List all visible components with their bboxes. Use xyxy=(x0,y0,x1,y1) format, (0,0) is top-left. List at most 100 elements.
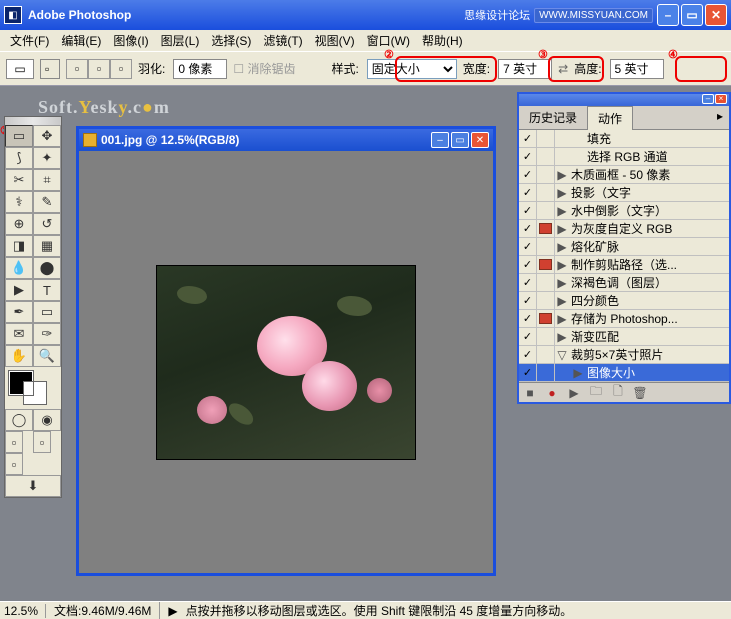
marquee-mode-intersect[interactable]: ▫ xyxy=(110,59,132,79)
action-checkbox[interactable] xyxy=(519,130,537,148)
tree-expand-icon[interactable]: ▶ xyxy=(555,222,569,236)
tree-expand-icon[interactable]: ▶ xyxy=(555,186,569,200)
marquee-mode-new[interactable]: ▫ xyxy=(40,59,60,79)
actions-list[interactable]: 填充选择 RGB 通道▶木质画框 - 50 像素▶投影（文字▶水中倒影（文字）▶… xyxy=(519,130,729,382)
action-row[interactable]: 选择 RGB 通道 xyxy=(519,148,729,166)
tree-expand-icon[interactable]: ▶ xyxy=(555,258,569,272)
menu-help[interactable]: 帮助(H) xyxy=(416,30,469,51)
tool-history-brush[interactable]: ↺ xyxy=(33,213,61,235)
doc-minimize-button[interactable]: – xyxy=(431,132,449,148)
action-dialog-toggle[interactable] xyxy=(537,166,555,184)
record-icon[interactable]: ● xyxy=(545,386,559,400)
action-dialog-toggle[interactable] xyxy=(537,256,555,274)
action-row[interactable]: ▶四分颜色 xyxy=(519,292,729,310)
action-row[interactable]: ▶投影（文字 xyxy=(519,184,729,202)
tool-shape[interactable]: ▭ xyxy=(33,301,61,323)
action-dialog-toggle[interactable] xyxy=(537,130,555,148)
maximize-button[interactable]: ▭ xyxy=(681,4,703,26)
action-row[interactable]: ▶水中倒影（文字） xyxy=(519,202,729,220)
play-icon[interactable]: ▶ xyxy=(567,386,581,400)
background-color[interactable] xyxy=(23,381,47,405)
action-dialog-toggle[interactable] xyxy=(537,274,555,292)
action-row[interactable]: ▶熔化矿脉 xyxy=(519,238,729,256)
action-row[interactable]: ▶深褐色调（图层） xyxy=(519,274,729,292)
tree-expand-icon[interactable]: ▶ xyxy=(555,204,569,218)
tool-eraser[interactable]: ◨ xyxy=(5,235,33,257)
action-row[interactable]: ▶渐变匹配 xyxy=(519,328,729,346)
tool-brush[interactable]: ✎ xyxy=(33,191,61,213)
tool-blur[interactable]: 💧 xyxy=(5,257,33,279)
tool-wand[interactable]: ✦ xyxy=(33,147,61,169)
tree-expand-icon[interactable]: ▶ xyxy=(555,276,569,290)
panel-menu-icon[interactable]: ▸ xyxy=(711,106,729,129)
canvas-area[interactable] xyxy=(79,151,493,573)
menu-layer[interactable]: 图层(L) xyxy=(155,30,206,51)
action-row[interactable]: ▶图像大小 xyxy=(519,364,729,382)
action-row[interactable]: ▶存储为 Photoshop... xyxy=(519,310,729,328)
action-row[interactable]: ▶木质画框 - 50 像素 xyxy=(519,166,729,184)
tool-type[interactable]: T xyxy=(33,279,61,301)
tree-expand-icon[interactable]: ▶ xyxy=(555,312,569,326)
tool-hand[interactable]: ✋ xyxy=(5,345,33,367)
action-dialog-toggle[interactable] xyxy=(537,292,555,310)
quickmask-off[interactable]: ◯ xyxy=(5,409,33,431)
action-checkbox[interactable] xyxy=(519,184,537,202)
tool-stamp[interactable]: ⊕ xyxy=(5,213,33,235)
action-dialog-toggle[interactable] xyxy=(537,364,555,382)
status-docsize[interactable]: 文档:9.46M/9.46M xyxy=(46,602,160,619)
action-checkbox[interactable] xyxy=(519,238,537,256)
trash-icon[interactable]: 🗑 xyxy=(633,386,647,400)
action-checkbox[interactable] xyxy=(519,292,537,310)
tool-slice[interactable]: ⌗ xyxy=(33,169,61,191)
panel-close-button[interactable]: × xyxy=(715,94,727,104)
tree-expand-icon[interactable]: ▶ xyxy=(555,240,569,254)
current-tool-preview[interactable]: ▭ xyxy=(6,59,34,79)
tree-expand-icon[interactable]: ▽ xyxy=(555,348,569,362)
action-dialog-toggle[interactable] xyxy=(537,148,555,166)
action-row[interactable]: 填充 xyxy=(519,130,729,148)
new-set-icon[interactable]: 🗀 xyxy=(589,386,603,400)
action-checkbox[interactable] xyxy=(519,166,537,184)
action-checkbox[interactable] xyxy=(519,346,537,364)
style-select[interactable]: 固定大小 xyxy=(367,59,457,79)
tool-move[interactable]: ✥ xyxy=(33,125,61,147)
tree-expand-icon[interactable]: ▶ xyxy=(555,294,569,308)
tab-history[interactable]: 历史记录 xyxy=(519,106,587,129)
tool-eyedropper[interactable]: ✑ xyxy=(33,323,61,345)
stop-icon[interactable]: ■ xyxy=(523,386,537,400)
action-checkbox[interactable] xyxy=(519,256,537,274)
status-arrow-icon[interactable]: ▶ xyxy=(168,604,177,618)
menu-view[interactable]: 视图(V) xyxy=(309,30,361,51)
screen-full-menu[interactable]: ▫ xyxy=(33,431,51,453)
tree-expand-icon[interactable]: ▶ xyxy=(555,330,569,344)
action-dialog-toggle[interactable] xyxy=(537,328,555,346)
panel-minimize-button[interactable]: – xyxy=(702,94,714,104)
doc-maximize-button[interactable]: ▭ xyxy=(451,132,469,148)
action-checkbox[interactable] xyxy=(519,274,537,292)
menu-image[interactable]: 图像(I) xyxy=(107,30,154,51)
marquee-mode-add[interactable]: ▫ xyxy=(66,59,88,79)
color-swatches[interactable] xyxy=(5,367,61,409)
tool-pen[interactable]: ✒ xyxy=(5,301,33,323)
panel-titlebar[interactable]: – × xyxy=(519,94,729,106)
status-zoom[interactable]: 12.5% xyxy=(4,604,46,618)
menu-select[interactable]: 选择(S) xyxy=(205,30,257,51)
action-dialog-toggle[interactable] xyxy=(537,238,555,256)
action-dialog-toggle[interactable] xyxy=(537,220,555,238)
jump-to-imageready[interactable]: ⬇ xyxy=(5,475,61,497)
action-row[interactable]: ▶为灰度自定义 RGB xyxy=(519,220,729,238)
marquee-mode-subtract[interactable]: ▫ xyxy=(88,59,110,79)
action-dialog-toggle[interactable] xyxy=(537,346,555,364)
action-checkbox[interactable] xyxy=(519,328,537,346)
height-input[interactable] xyxy=(610,59,664,79)
screen-standard[interactable]: ▫ xyxy=(5,431,23,453)
tool-path-select[interactable]: ▶ xyxy=(5,279,33,301)
action-checkbox[interactable] xyxy=(519,310,537,328)
menu-edit[interactable]: 编辑(E) xyxy=(55,30,107,51)
doc-close-button[interactable]: ✕ xyxy=(471,132,489,148)
tree-expand-icon[interactable]: ▶ xyxy=(555,168,569,182)
action-dialog-toggle[interactable] xyxy=(537,310,555,328)
action-checkbox[interactable] xyxy=(519,220,537,238)
action-checkbox[interactable] xyxy=(519,202,537,220)
action-row[interactable]: ▽裁剪5×7英寸照片 xyxy=(519,346,729,364)
